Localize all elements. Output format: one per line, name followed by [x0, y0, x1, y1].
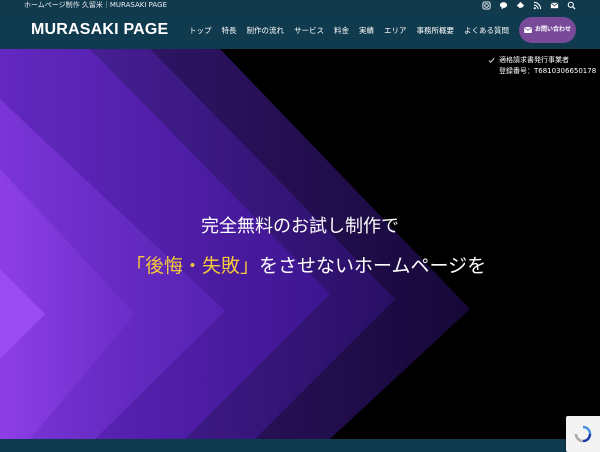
footer-strip [0, 439, 600, 452]
invoice-label: 適格請求書発行事業者 [499, 56, 569, 64]
site-logo[interactable]: MURASAKI PAGE [31, 21, 168, 39]
hero-headline-highlight: 「後悔・失敗」 [126, 255, 260, 277]
social-icons [482, 1, 576, 10]
feedly-icon[interactable] [516, 1, 525, 10]
check-icon [488, 58, 495, 63]
envelope-icon [524, 27, 532, 33]
hero-headline-1: 完全無料のお試し制作で [201, 216, 399, 237]
nav-item-faq[interactable]: よくある質問 [459, 25, 514, 36]
rss-icon[interactable] [533, 1, 542, 10]
hero-headline-rest: をさせないホームページを [259, 255, 487, 277]
contact-button-label: お問い合わせ [535, 26, 572, 33]
recaptcha-icon [574, 425, 592, 443]
nav-item-service[interactable]: サービス [289, 25, 329, 36]
hero-headline-2: 「後悔・失敗」 をさせないホームページを [126, 251, 486, 278]
main-nav: トップ 特長 制作の流れ サービス 料金 実績 エリア 事務所概要 よくある質問 [184, 11, 514, 49]
site-tagline: ホームページ制作 久留米｜MURASAKI PAGE [24, 1, 167, 9]
site-header: MURASAKI PAGE トップ 特長 制作の流れ サービス 料金 実績 エリ… [0, 11, 600, 49]
hero-section: 適格請求書発行事業者 登録番号：T6810306650178 完全無料のお試し制… [0, 49, 600, 439]
recaptcha-badge[interactable] [566, 416, 600, 452]
hero-background [0, 49, 470, 439]
nav-item-area[interactable]: エリア [379, 25, 412, 36]
nav-item-top[interactable]: トップ [184, 25, 217, 36]
search-icon[interactable] [567, 1, 576, 10]
invoice-registration: 適格請求書発行事業者 登録番号：T6810306650178 [488, 55, 597, 77]
line-icon[interactable] [499, 1, 508, 10]
nav-item-price[interactable]: 料金 [329, 25, 354, 36]
invoice-number: 登録番号：T6810306650178 [499, 67, 597, 75]
instagram-icon[interactable] [482, 1, 491, 10]
contact-button[interactable]: お問い合わせ [519, 17, 576, 43]
nav-item-features[interactable]: 特長 [217, 25, 242, 36]
mail-icon[interactable] [550, 1, 559, 10]
nav-item-company[interactable]: 事務所概要 [412, 25, 460, 36]
top-bar: ホームページ制作 久留米｜MURASAKI PAGE [0, 0, 600, 11]
nav-item-works[interactable]: 実績 [354, 25, 379, 36]
nav-item-flow[interactable]: 制作の流れ [242, 25, 290, 36]
